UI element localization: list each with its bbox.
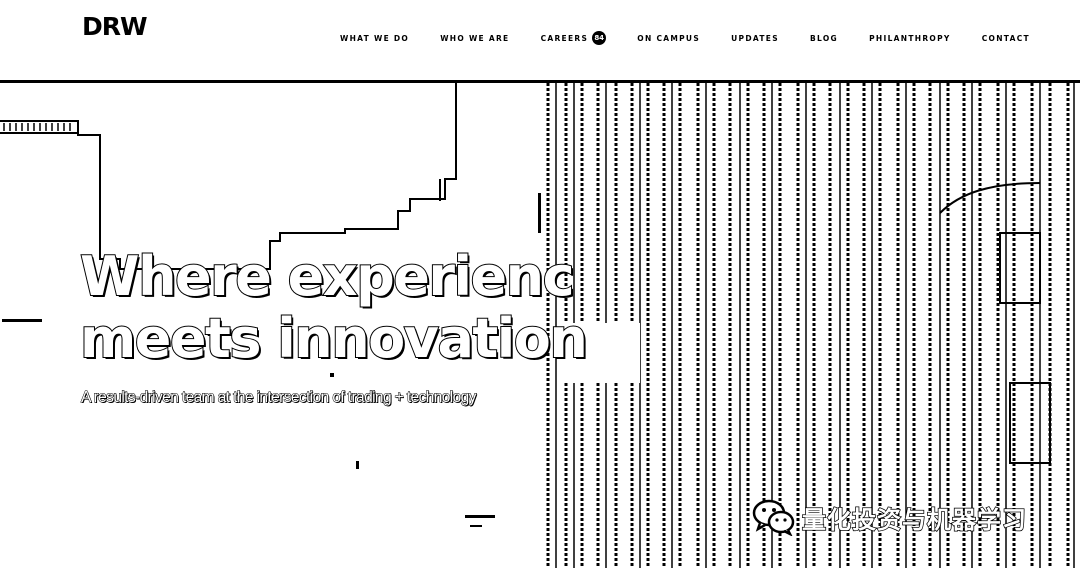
site-header: DRW WHAT WE DO WHO WE ARE CAREERS 84 ON …: [0, 0, 1080, 83]
hero-headline: Where experienc meets innovation: [79, 245, 589, 371]
nav-philanthropy[interactable]: PHILANTHROPY: [869, 34, 951, 43]
nav-on-campus[interactable]: ON CAMPUS: [637, 34, 700, 43]
nav-contact[interactable]: CONTACT: [982, 34, 1030, 43]
drw-logo[interactable]: DRW: [82, 12, 148, 41]
hero-headline-line2: meets innovation: [79, 307, 589, 371]
wechat-watermark: 量化投资与机器学习: [752, 497, 1027, 537]
nav-careers-label: CAREERS: [540, 33, 589, 43]
nav-careers[interactable]: CAREERS 84: [541, 31, 607, 45]
watermark-text: 量化投资与机器学习: [801, 505, 1027, 535]
hero-section: Where experienc meets innovation A resul…: [0, 83, 1080, 568]
nav-blog[interactable]: BLOG: [810, 34, 838, 43]
nav-updates[interactable]: UPDATES: [731, 34, 779, 43]
main-nav: WHAT WE DO WHO WE ARE CAREERS 84 ON CAMP…: [340, 29, 1030, 47]
nav-who-we-are[interactable]: WHO WE ARE: [440, 34, 509, 43]
nav-what-we-do[interactable]: WHAT WE DO: [340, 34, 409, 43]
hero-headline-line1: Where experienc: [79, 245, 576, 309]
hero-subheadline: A results-driven team at the intersectio…: [81, 389, 477, 407]
careers-count-badge: 84: [592, 31, 607, 45]
wechat-icon: [752, 499, 795, 536]
